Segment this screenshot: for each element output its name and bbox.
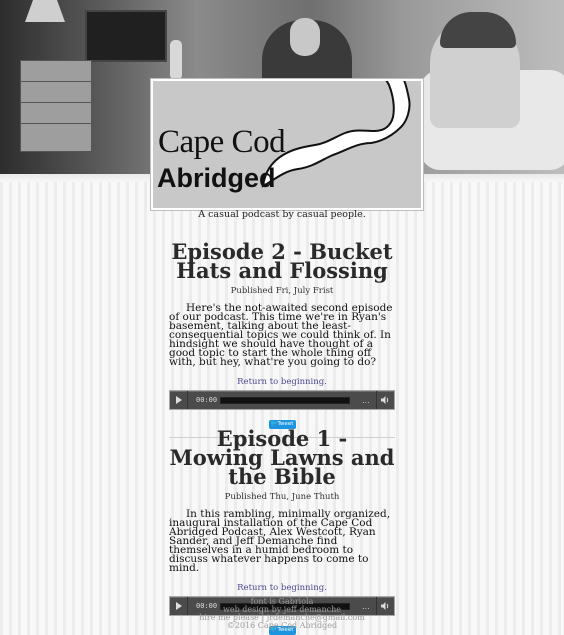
return-to-beginning-link[interactable]: Return to beginning. xyxy=(169,377,395,387)
tagline: A casual podcast by casual people. xyxy=(198,209,366,220)
return-to-beginning-link[interactable]: Return to beginning. xyxy=(169,583,395,593)
published-date: Published Fri, July Frist xyxy=(230,286,334,296)
site-logo[interactable]: Cape Cod Abridged xyxy=(151,79,423,210)
episode-title: Episode 2 - Bucket Hats and Flossing xyxy=(171,239,393,283)
footer: font is Gabriola web design by jeff dema… xyxy=(0,598,564,630)
play-icon[interactable] xyxy=(170,391,188,409)
logo-line-1: Cape Cod xyxy=(158,124,286,160)
episode-description: In this rambling, minimally organized, i… xyxy=(169,508,391,574)
progress-track[interactable] xyxy=(220,396,350,404)
episode-2: Episode 2 - Bucket Hats and Flossing Pub… xyxy=(169,239,395,438)
current-time: 00:00 xyxy=(196,396,218,404)
copyright: ©2016 Cape Cod Abridged xyxy=(226,621,338,630)
more-menu[interactable]: ... xyxy=(362,396,370,405)
episode-description: Here's the not-awaited second episode of… xyxy=(169,302,393,368)
volume-icon[interactable] xyxy=(376,391,394,409)
published-date: Published Thu, June Thuth xyxy=(224,492,340,502)
logo-line-2: Abridged xyxy=(157,163,276,193)
episode-title: Episode 1 - Mowing Lawns and the Bible xyxy=(169,426,395,489)
audio-player[interactable]: 00:00 ... xyxy=(169,390,395,410)
